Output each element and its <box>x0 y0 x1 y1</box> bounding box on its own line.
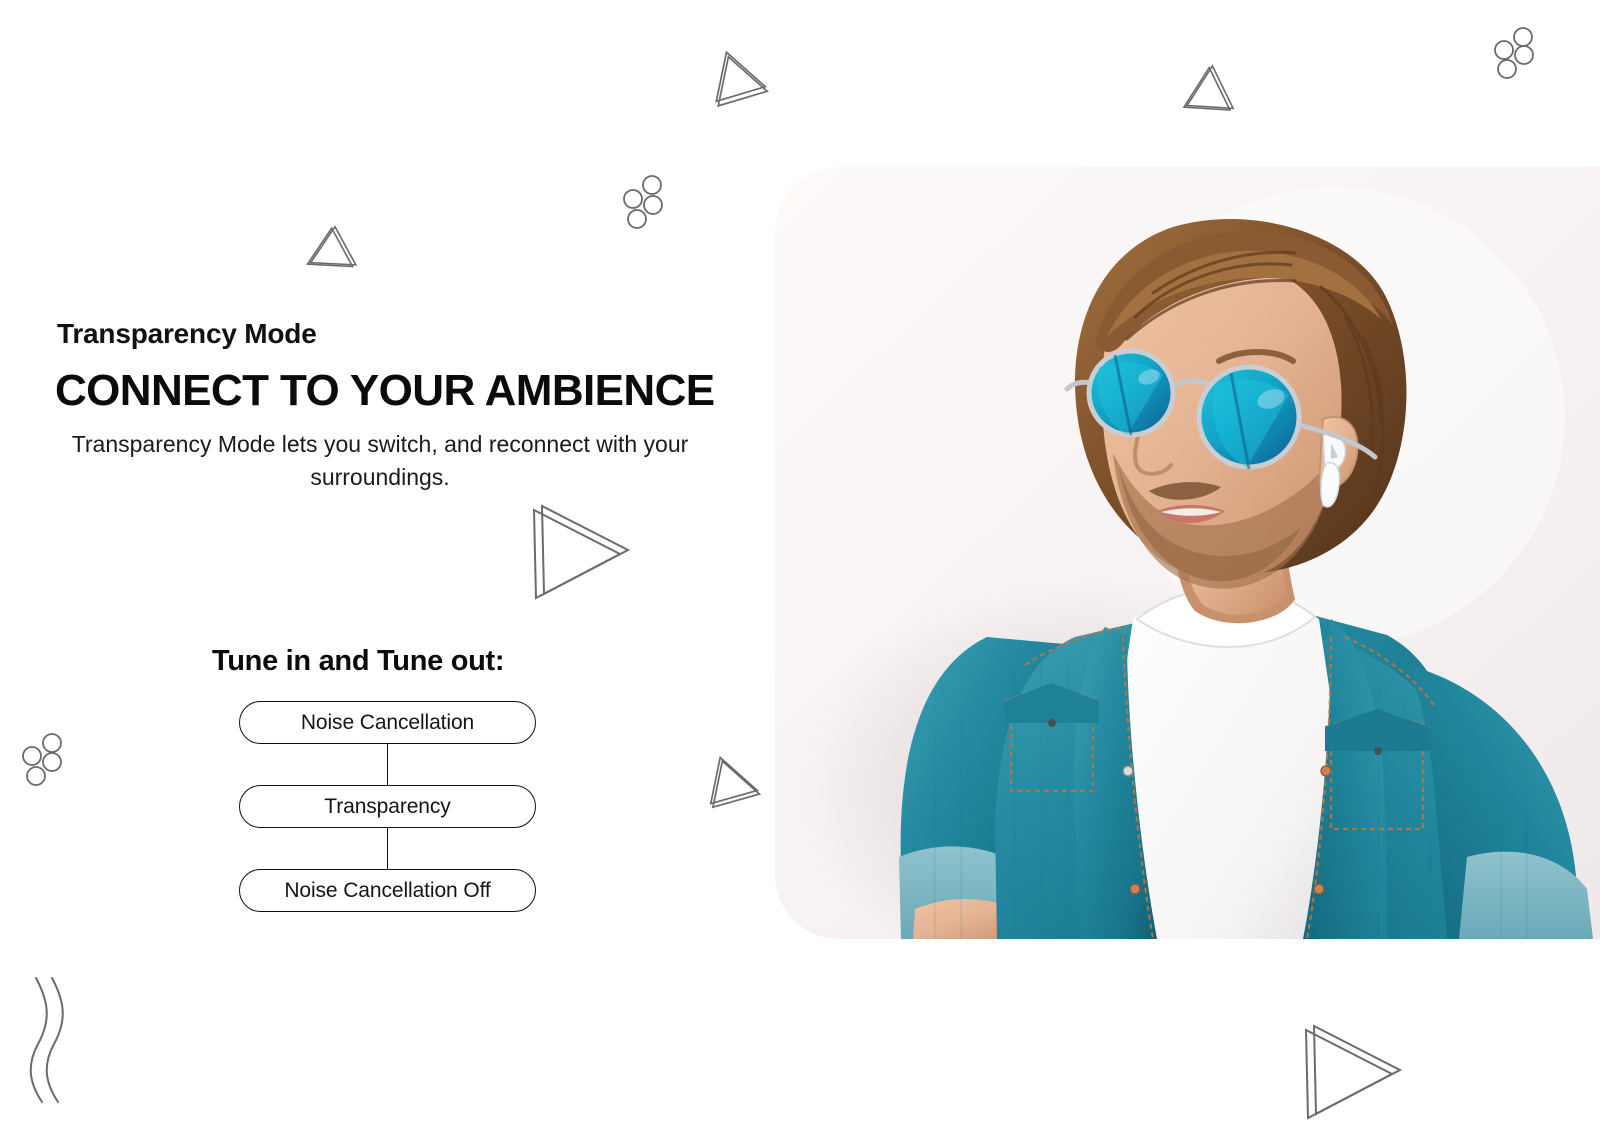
hero-photo-panel <box>775 167 1600 939</box>
flow-chart-title: Tune in and Tune out: <box>212 645 505 677</box>
flow-step-transparency[interactable]: Transparency <box>239 785 536 828</box>
flow-connector-1 <box>386 744 389 785</box>
triangle-outline-icon <box>1304 1024 1403 1120</box>
triangle-top-right <box>1182 62 1239 116</box>
flow-step-stack: Noise Cancellation Transparency Noise Ca… <box>239 701 536 912</box>
flow-connector-2 <box>386 828 389 869</box>
eyebrow-label: Transparency Mode <box>57 318 317 349</box>
hero-photo <box>775 167 1600 939</box>
model-illustration-icon <box>775 167 1600 939</box>
circles-top-right <box>1492 26 1544 82</box>
left-content-column: Transparency Mode CONNECT TO YOUR AMBIEN… <box>0 0 775 1146</box>
slide-canvas: Transparency Mode CONNECT TO YOUR AMBIEN… <box>0 0 1600 1146</box>
flow-step-noise-cancellation[interactable]: Noise Cancellation <box>239 701 536 744</box>
triangle-outline-icon <box>1182 64 1235 111</box>
circle-cluster-icon <box>1494 27 1534 79</box>
subcopy-text: Transparency Mode lets you switch, and r… <box>71 431 689 490</box>
triangle-bottom-right <box>1300 1018 1410 1128</box>
tune-flow-chart: Tune in and Tune out: Noise Cancellation… <box>212 645 572 912</box>
flow-step-noise-cancellation-off[interactable]: Noise Cancellation Off <box>239 869 536 912</box>
page-title: CONNECT TO YOUR AMBIENCE <box>55 366 715 415</box>
